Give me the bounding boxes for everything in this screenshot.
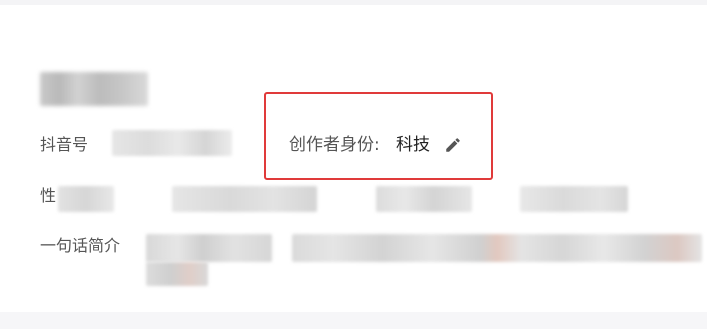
top-divider: [0, 0, 707, 5]
region-value-redacted: [520, 186, 628, 212]
bio-text-redacted-2: [292, 234, 702, 262]
douyin-id-redacted: [112, 130, 232, 156]
gender-label: 性: [40, 186, 57, 205]
creator-identity-value: 科技: [396, 135, 430, 155]
pencil-edit-icon[interactable]: [444, 136, 462, 154]
username-redacted: [40, 72, 148, 106]
bio-text-redacted-1: [146, 234, 272, 262]
region-label-redacted: [376, 186, 472, 212]
birthday-redacted: [172, 186, 317, 212]
bio-text-redacted-3: [146, 262, 208, 286]
bottom-divider: [0, 312, 707, 329]
douyin-id-label: 抖音号: [40, 135, 89, 154]
creator-identity-label: 创作者身份:: [289, 135, 380, 155]
bio-label: 一句话简介: [40, 236, 121, 255]
gender-value-redacted: [58, 186, 114, 212]
